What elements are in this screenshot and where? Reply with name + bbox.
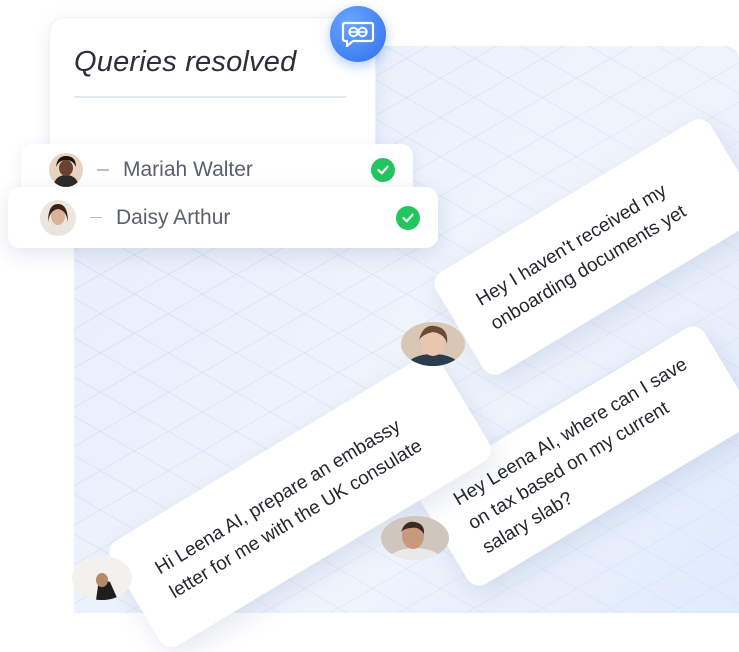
separator-dash [97, 169, 109, 171]
person-name: Daisy Arthur [116, 205, 231, 229]
check-circle-icon [371, 158, 395, 182]
avatar [381, 516, 449, 560]
avatar [72, 556, 132, 600]
separator-dash [90, 216, 102, 219]
divider [74, 96, 346, 98]
card-title: Queries resolved [74, 46, 297, 78]
person-name: Mariah Walter [123, 158, 253, 181]
avatar [401, 322, 465, 366]
avatar [49, 153, 83, 187]
check-circle-icon [396, 205, 420, 230]
leena-ai-logo-icon [330, 6, 386, 62]
resolved-item: Daisy Arthur [8, 187, 438, 248]
avatar [40, 199, 76, 236]
